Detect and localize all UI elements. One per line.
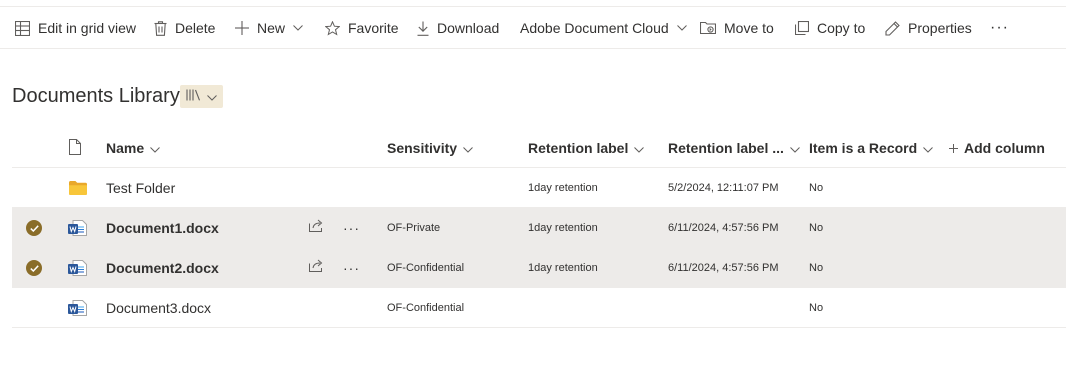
item-is-record-cell: No — [809, 262, 824, 274]
retention-applied-cell: 5/2/2024, 12:11:07 PM — [668, 182, 779, 194]
chevron-down-icon — [207, 88, 217, 106]
edit-in-grid-view-label: Edit in grid view — [38, 20, 137, 36]
favorite-label: Favorite — [348, 20, 399, 36]
chevron-down-icon — [923, 140, 934, 156]
move-folder-icon — [700, 21, 716, 35]
column-header-sensitivity[interactable]: Sensitivity — [387, 128, 473, 168]
star-icon — [325, 20, 340, 36]
chevron-down-icon — [150, 140, 160, 156]
column-header-name[interactable]: Name — [106, 128, 160, 168]
retention-label-cell: 1day retention — [528, 182, 598, 194]
properties-label: Properties — [908, 20, 972, 36]
chevron-down-icon — [634, 140, 645, 156]
column-header-row: Name Sensitivity Retention label Retenti… — [12, 128, 1066, 168]
document-icon — [69, 138, 81, 158]
command-bar: Edit in grid view Delete New Favorite Do… — [0, 7, 1066, 49]
page-title: Documents Library — [12, 85, 180, 107]
grid-icon — [15, 20, 30, 36]
add-column-button[interactable]: Add column — [949, 128, 1045, 168]
table-row[interactable]: Test Folder 1day retention 5/2/2024, 12:… — [12, 168, 1066, 208]
row-select-toggle[interactable] — [26, 248, 42, 288]
move-to-label: Move to — [724, 20, 774, 36]
edit-in-grid-view-button[interactable]: Edit in grid view — [15, 7, 136, 49]
column-header-retention-label[interactable]: Retention label — [528, 128, 645, 168]
download-icon — [417, 21, 429, 36]
column-header-item-is-record-label: Item is a Record — [809, 140, 918, 156]
copy-to-label: Copy to — [817, 20, 866, 36]
table-row[interactable]: Document2.docx ··· OF-Confidential 1day … — [12, 248, 1066, 288]
plus-icon — [235, 21, 249, 35]
file-name-link[interactable]: Document3.docx — [106, 288, 211, 328]
adobe-document-cloud-label: Adobe Document Cloud — [520, 20, 669, 36]
column-header-retention-label-applied[interactable]: Retention label ... — [668, 128, 800, 168]
word-file-icon — [68, 248, 87, 288]
move-to-button[interactable]: Move to — [700, 7, 774, 49]
plus-icon — [949, 140, 958, 156]
more-commands-label: ··· — [990, 19, 1009, 36]
copy-icon — [795, 21, 809, 35]
new-button[interactable]: New — [235, 7, 303, 49]
table-row[interactable]: Document1.docx ··· OF-Private 1day reten… — [12, 208, 1066, 248]
column-header-sensitivity-label: Sensitivity — [387, 140, 458, 156]
column-header-retention-label-applied-label: Retention label ... — [668, 140, 784, 156]
row-select-toggle[interactable] — [26, 208, 42, 248]
retention-label-cell: 1day retention — [528, 222, 598, 234]
retention-applied-cell: 6/11/2024, 4:57:56 PM — [668, 222, 779, 234]
sensitivity-cell: OF-Private — [387, 222, 441, 234]
row-more-actions-button[interactable]: ··· — [343, 248, 360, 288]
adobe-document-cloud-button[interactable]: Adobe Document Cloud — [520, 7, 687, 49]
pencil-icon — [885, 20, 900, 36]
new-label: New — [257, 20, 286, 36]
item-is-record-cell: No — [809, 182, 824, 194]
add-column-label: Add column — [964, 140, 1045, 156]
column-header-retention-label-label: Retention label — [528, 140, 629, 156]
column-header-item-is-record[interactable]: Item is a Record — [809, 128, 934, 168]
chevron-down-icon — [293, 25, 303, 31]
chevron-down-icon — [790, 140, 800, 156]
word-file-icon — [68, 208, 87, 248]
share-button[interactable] — [309, 208, 324, 248]
sensitivity-cell: OF-Confidential — [387, 302, 465, 314]
share-button[interactable] — [309, 248, 324, 288]
retention-applied-cell: 6/11/2024, 4:57:56 PM — [668, 262, 779, 274]
download-label: Download — [437, 20, 500, 36]
file-type-column-header[interactable] — [69, 128, 81, 168]
file-name-link[interactable]: Document1.docx — [106, 208, 219, 248]
file-name-link[interactable]: Test Folder — [106, 168, 175, 208]
item-is-record-cell: No — [809, 222, 824, 234]
properties-button[interactable]: Properties — [885, 7, 972, 49]
item-is-record-cell: No — [809, 302, 824, 314]
delete-button[interactable]: Delete — [154, 7, 215, 49]
checkmark-circle-icon — [26, 220, 42, 236]
column-header-name-label: Name — [106, 140, 145, 156]
delete-label: Delete — [175, 20, 216, 36]
favorite-button[interactable]: Favorite — [325, 7, 399, 49]
chevron-down-icon — [463, 140, 473, 156]
download-button[interactable]: Download — [417, 7, 499, 49]
file-name-link[interactable]: Document2.docx — [106, 248, 219, 288]
checkmark-circle-icon — [26, 260, 42, 276]
view-switcher-button[interactable] — [180, 85, 223, 108]
table-row[interactable]: Document3.docx OF-Confidential No — [12, 288, 1066, 328]
row-more-actions-button[interactable]: ··· — [343, 208, 360, 248]
share-icon — [309, 259, 324, 277]
more-commands-button[interactable]: ··· — [990, 7, 1009, 49]
share-icon — [309, 219, 324, 237]
retention-label-cell: 1day retention — [528, 262, 598, 274]
chevron-down-icon — [676, 25, 687, 31]
copy-to-button[interactable]: Copy to — [795, 7, 865, 49]
folder-icon — [69, 168, 87, 208]
sensitivity-cell: OF-Confidential — [387, 262, 465, 274]
library-view-icon — [186, 88, 202, 106]
word-file-icon — [68, 288, 87, 328]
trash-icon — [154, 20, 167, 36]
